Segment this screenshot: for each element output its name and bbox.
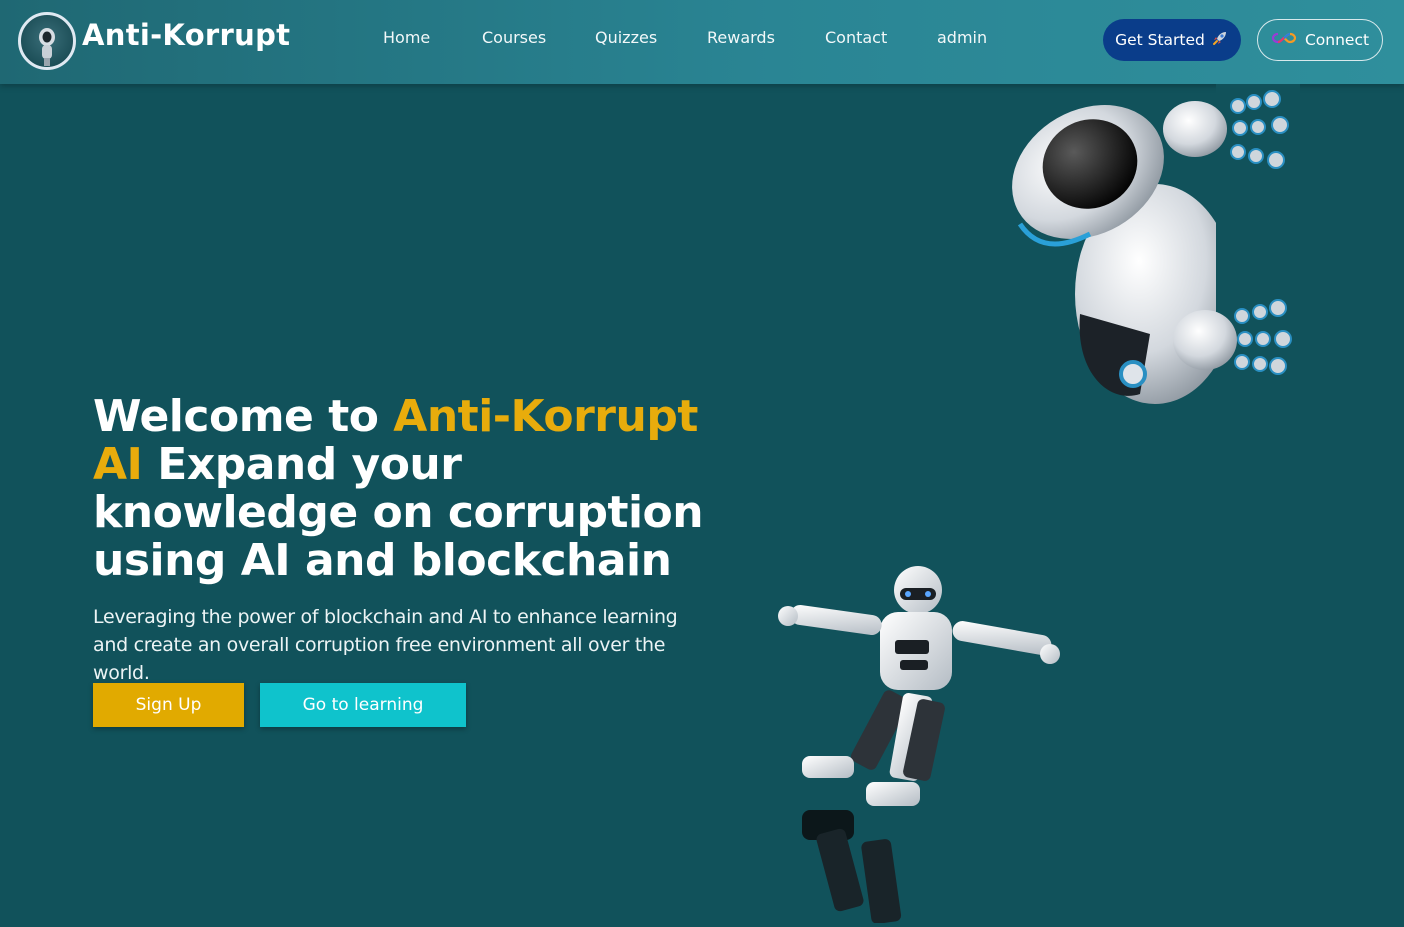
go-to-learning-button[interactable]: Go to learning <box>260 683 466 727</box>
brand-name[interactable]: Anti-Korrupt <box>82 18 290 52</box>
hero-title-welcome: Welcome to <box>93 391 394 442</box>
robot-logo-icon[interactable] <box>18 12 76 70</box>
hero-subtitle: Leveraging the power of blockchain and A… <box>93 606 678 684</box>
hero-title-rest: Expand your knowledge on corruption usin… <box>93 439 704 586</box>
rocket-icon <box>1211 29 1229 51</box>
nav-quizzes[interactable]: Quizzes <box>595 28 657 47</box>
nav-admin[interactable]: admin <box>937 28 987 47</box>
get-started-button[interactable]: Get Started <box>1103 19 1241 61</box>
dancing-robot-image <box>770 560 1065 924</box>
peeking-robot-image <box>1000 84 1300 429</box>
connect-button[interactable]: Connect <box>1257 19 1383 61</box>
nav-courses[interactable]: Courses <box>482 28 546 47</box>
nav-rewards[interactable]: Rewards <box>707 28 775 47</box>
signup-button[interactable]: Sign Up <box>93 683 244 727</box>
connect-label: Connect <box>1304 31 1370 49</box>
nav-home[interactable]: Home <box>383 28 430 47</box>
get-started-label: Get Started <box>1115 31 1205 49</box>
navbar: Anti-Korrupt Home Courses Quizzes Reward… <box>0 0 1404 84</box>
nav-contact[interactable]: Contact <box>825 28 887 47</box>
hero-title: Welcome to Anti-Korrupt AI Expand your k… <box>93 393 733 585</box>
infinity-icon <box>1271 31 1297 49</box>
